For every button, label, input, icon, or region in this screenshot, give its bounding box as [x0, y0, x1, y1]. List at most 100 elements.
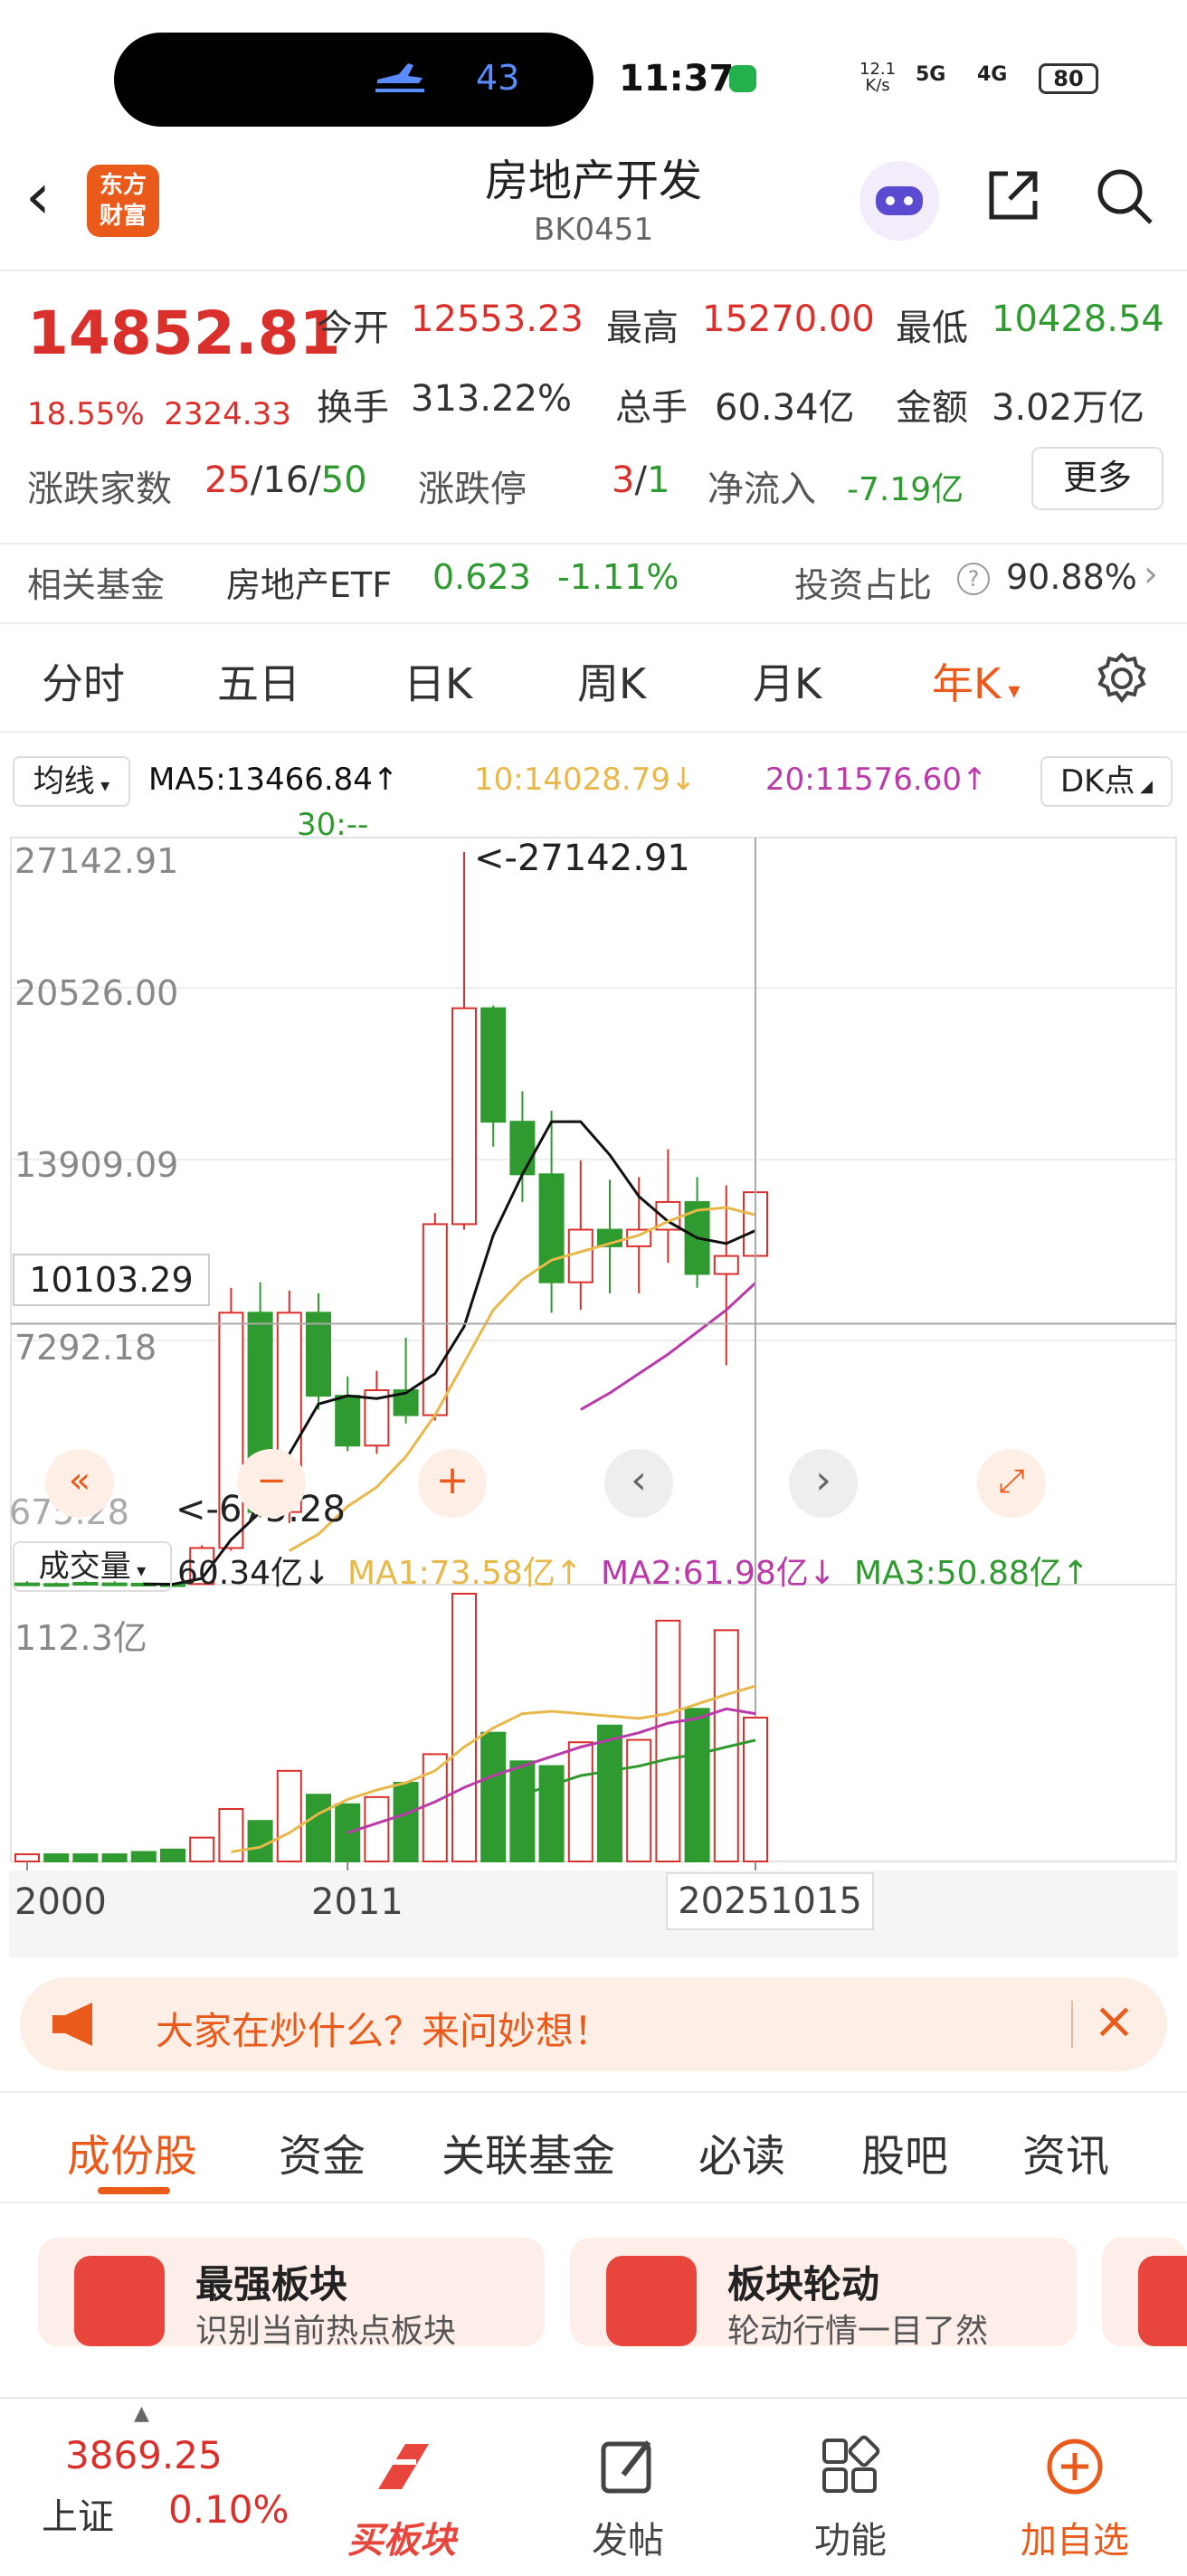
volume-selector[interactable]: 成交量 ▾ — [13, 1541, 172, 1592]
volume-frame — [10, 1584, 1177, 1862]
close-icon[interactable]: × — [1093, 1992, 1135, 2050]
open-label: 今开 — [317, 308, 389, 349]
strongest-sector-card[interactable]: 最强板块 识别当前热点板块 — [38, 2238, 545, 2350]
ma20-line — [580, 1282, 757, 1411]
card-subtitle: 识别当前热点板块 — [195, 2313, 457, 2350]
netflow-label: 净流入 — [707, 469, 816, 510]
tab-must-read[interactable]: 必读 — [698, 2120, 785, 2183]
volume-bar — [247, 1820, 273, 1862]
divider — [1071, 2001, 1073, 2048]
chevron-right-icon[interactable]: › — [789, 1449, 858, 1518]
tab-yearly-k[interactable]: 年K ▾ — [932, 651, 1021, 711]
period-tabs: 分时 五日 日K 周K 月K 年K ▾ — [0, 624, 1187, 733]
x-axis-mid: 2011 — [311, 1881, 404, 1923]
tab-constituents[interactable]: 成份股 — [67, 2120, 197, 2183]
high-value: 15270.00 — [702, 298, 875, 340]
expand-up-icon[interactable]: ▲ — [134, 2402, 149, 2425]
plus-circle-icon — [1047, 2439, 1103, 2495]
tab-weekly-k[interactable]: 周K — [577, 651, 646, 711]
chevron-right-icon[interactable]: › — [1144, 554, 1158, 595]
net-speed: 12.1 K/s — [859, 60, 897, 95]
change-values: 18.55% 2324.33 — [27, 396, 291, 432]
buy-sector-button[interactable]: 买板块 — [338, 2435, 465, 2563]
limit-label: 涨跌停 — [418, 469, 527, 510]
next-card[interactable] — [1102, 2238, 1187, 2346]
volume-bar — [393, 1782, 419, 1862]
tab-news[interactable]: 资讯 — [1022, 2120, 1109, 2183]
volume-bar — [72, 1853, 99, 1863]
vol-ma3-value: MA3:50.88亿↑ — [854, 1555, 1089, 1592]
volume-bar — [364, 1795, 390, 1863]
tab-five-day[interactable]: 五日 — [217, 651, 300, 711]
fullscreen-icon[interactable]: ⤢ — [977, 1449, 1046, 1518]
fund-price: 0.623 — [432, 557, 531, 597]
price-axis-top: 27142.91 — [14, 841, 179, 881]
dynamic-island[interactable]: 43 — [114, 33, 594, 127]
volume-bar — [743, 1716, 768, 1862]
volume-bar — [43, 1853, 70, 1863]
add-watchlist-button[interactable]: 加自选 — [1011, 2435, 1138, 2563]
banner-text: 大家在炒什么？来问妙想！ — [156, 2009, 612, 2053]
ma20-value: 20:11576.60↑ — [765, 762, 988, 798]
breadth-values: 25/16/50 — [204, 459, 367, 501]
volume-bar — [509, 1760, 536, 1862]
price-axis-l4: 7292.18 — [14, 1328, 157, 1368]
volume-bar — [451, 1593, 477, 1862]
amount-label: 金额 — [896, 387, 968, 429]
ma-selector[interactable]: 均线 ▾ — [13, 756, 130, 807]
volume-bar — [306, 1794, 331, 1862]
volume-bar — [684, 1708, 710, 1863]
chevron-left-icon[interactable]: ‹ — [604, 1449, 673, 1518]
tab-related-funds[interactable]: 关联基金 — [442, 2120, 615, 2183]
tab-monthly-k[interactable]: 月K — [753, 651, 821, 711]
tab-daily-k[interactable]: 日K — [404, 651, 472, 711]
settings-gear-icon[interactable] — [1093, 649, 1151, 707]
turnover-value: 313.22% — [411, 378, 572, 420]
fund-name[interactable]: 房地产ETF — [226, 557, 392, 607]
candle-body — [567, 1228, 594, 1283]
ai-ask-banner[interactable]: 大家在炒什么？来问妙想！ × — [20, 1977, 1167, 2071]
vol-ma2-value: MA2:61.98亿↓ — [601, 1555, 836, 1592]
index-value[interactable]: 3869.25 — [65, 2433, 223, 2477]
netflow-value: -7.19亿 — [847, 471, 964, 508]
volume-bar — [14, 1853, 40, 1863]
volume-bar — [189, 1836, 215, 1863]
help-icon[interactable]: ? — [957, 563, 990, 595]
share-icon[interactable] — [981, 163, 1046, 228]
zoom-out-icon[interactable]: − — [237, 1449, 306, 1518]
candle-body — [335, 1395, 361, 1447]
more-button[interactable]: 更多 — [1031, 447, 1163, 510]
functions-button[interactable]: 功能 — [787, 2435, 914, 2563]
airplane-icon — [375, 63, 424, 92]
search-icon[interactable] — [1091, 163, 1156, 228]
volume-bar — [218, 1808, 244, 1862]
bottom-bar: ▲ 3869.25 上证 0.10% 买板块 发帖 功能 加自选 — [0, 2397, 1187, 2576]
tab-funds-flow[interactable]: 资金 — [279, 2120, 366, 2183]
volume-bar — [480, 1731, 507, 1863]
open-value: 12553.23 — [411, 298, 584, 340]
kline-chart-area[interactable]: 均线 ▾ MA5:13466.84↑ 10:14028.79↓ 20:11576… — [0, 734, 1187, 1965]
battery-icon: 80 — [1039, 63, 1098, 94]
amount-value: 3.02万亿 — [992, 387, 1145, 429]
dk-point-button[interactable]: DK点 ◢ — [1040, 756, 1173, 807]
tab-forum[interactable]: 股吧 — [861, 2120, 948, 2183]
assistant-robot-icon[interactable] — [859, 161, 939, 241]
ma5-value: MA5:13466.84↑ — [148, 762, 399, 798]
zoom-in-icon[interactable]: + — [418, 1449, 487, 1518]
volume-bar — [567, 1741, 594, 1862]
rewind-icon[interactable]: « — [45, 1449, 114, 1518]
clock: 11:37 — [619, 58, 735, 99]
quote-panel: 14852.81 18.55% 2324.33 今开 12553.23 最高 1… — [0, 271, 1187, 624]
tab-intraday[interactable]: 分时 — [42, 651, 125, 711]
card-title: 板块轮动 — [727, 2262, 880, 2306]
candle-body — [713, 1255, 739, 1275]
grid-icon — [822, 2435, 880, 2493]
post-button[interactable]: 发帖 — [565, 2435, 691, 2563]
sector-rotation-card[interactable]: 板块轮动 轮动行情一目了然 — [570, 2238, 1077, 2350]
index-pct: 0.10% — [168, 2487, 290, 2532]
fund-change: -1.11% — [557, 557, 679, 597]
candle-body — [451, 1007, 477, 1226]
limit-values: 3/1 — [612, 459, 670, 501]
volume-bar — [101, 1853, 128, 1863]
volume-bar — [626, 1738, 652, 1862]
